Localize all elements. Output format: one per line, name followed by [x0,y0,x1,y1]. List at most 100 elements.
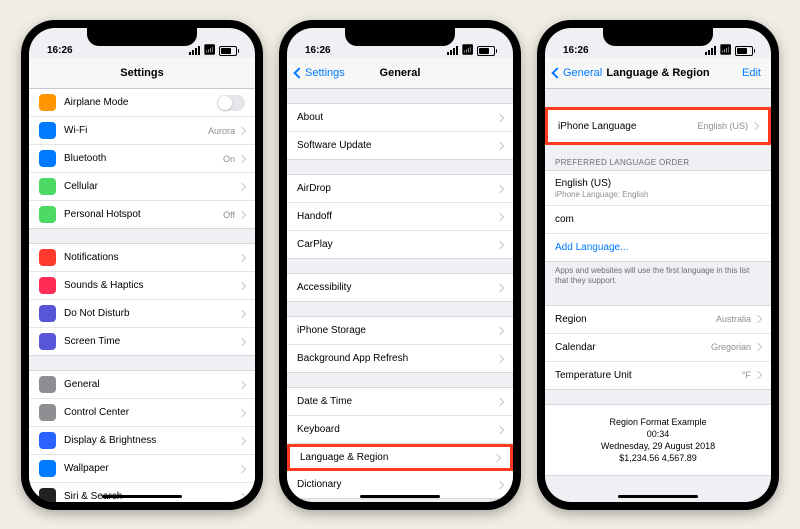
list-item[interactable]: BluetoothOn [29,145,255,173]
app-icon [39,178,56,195]
group-notifications: Notifications Sounds & Haptics Do Not Dist… [29,243,255,356]
group-general: GeneralControl CenterDisplay & Brightnes… [29,370,255,502]
page-title: Settings [120,67,163,79]
list-item[interactable]: Wallpaper [29,455,255,483]
lang-region-list[interactable]: iPhone Language English (US) PREFERRED L… [545,89,771,502]
list-item[interactable]: Sounds & Haptics [29,272,255,300]
chevron-right-icon [238,492,246,500]
cell-signal-icon [189,46,200,55]
language-row[interactable]: com [545,206,771,234]
chevron-right-icon [496,184,504,192]
list-item[interactable]: Accessibility [287,274,513,301]
label: CarPlay [297,239,497,250]
home-indicator[interactable] [102,495,182,498]
home-indicator[interactable] [618,495,698,498]
chevron-right-icon [496,141,504,149]
list-item[interactable]: Language & Region [287,444,513,471]
app-icon [39,206,56,223]
app-icon [39,432,56,449]
list-item[interactable]: Software Update [287,132,513,159]
label: About [297,112,497,123]
nav-bar: Settings General [287,58,513,89]
list-item[interactable]: Keyboard [287,416,513,444]
add-language-button[interactable]: Add Language... [545,234,771,261]
chevron-right-icon [496,354,504,362]
list-item[interactable]: Do Not Disturb [29,300,255,328]
chevron-right-icon [493,453,501,461]
list-item[interactable]: CarPlay [287,231,513,258]
cell-signal-icon [447,46,458,55]
list-item[interactable]: About [287,104,513,132]
label: Wallpaper [64,463,239,474]
app-icon [39,150,56,167]
chevron-right-icon [238,253,246,261]
group: About Software Update [287,103,513,160]
chevron-right-icon [238,337,246,345]
clock: 16:26 [563,45,589,56]
battery-icon [477,46,495,56]
example-date: Wednesday, 29 August 2018 [555,441,761,451]
phone-language-region: 16:26 📶︎ General Language & Region Edit … [537,20,779,510]
chevron-left-icon [293,67,304,78]
label: Region [555,314,716,325]
section-footer: Apps and websites will use the first lan… [545,262,771,291]
chevron-right-icon [238,210,246,218]
list-item[interactable]: Screen Time [29,328,255,355]
general-list[interactable]: About Software Update AirDrop Handoff CarPl… [287,89,513,502]
list-item[interactable]: Date & Time [287,388,513,416]
group-connectivity: Airplane ModeWi-FiAuroraBluetoothOn Cellu… [29,89,255,229]
chevron-right-icon [496,425,504,433]
back-button[interactable]: General [553,67,602,79]
iphone-language-group: iPhone Language English (US) [545,107,771,145]
list-item[interactable]: Personal HotspotOff [29,201,255,228]
list-item[interactable]: Notifications [29,244,255,272]
list-item[interactable]: Display & Brightness [29,427,255,455]
battery-icon [735,46,753,56]
list-item[interactable]: CalendarGregorian [545,334,771,362]
list-item[interactable]: AirDrop [287,175,513,203]
page-title: Language & Region [606,67,709,79]
chevron-right-icon [238,380,246,388]
list-item[interactable]: Siri & Search [29,483,255,502]
chevron-right-icon [238,408,246,416]
value: Australia [716,314,751,324]
toggle[interactable] [217,95,245,111]
chevron-right-icon [496,212,504,220]
phone-settings: 16:26 📶︎ Settings Airplane ModeWi-FiAuro… [21,20,263,510]
list-item[interactable]: General [29,371,255,399]
preferred-languages-group: English (US)iPhone Language: Englishcom A… [545,170,771,262]
list-item[interactable]: Airplane Mode [29,89,255,117]
label: Add Language... [555,242,761,253]
value: Gregorian [711,342,751,352]
wifi-icon: 📶︎ [203,45,216,56]
language-row[interactable]: English (US)iPhone Language: English [545,171,771,206]
home-indicator[interactable] [360,495,440,498]
list-item[interactable]: iPhone Storage [287,317,513,345]
list-item[interactable]: Control Center [29,399,255,427]
settings-list[interactable]: Airplane ModeWi-FiAuroraBluetoothOn Cellu… [29,89,255,502]
chevron-right-icon [238,182,246,190]
list-item[interactable]: RegionAustralia [545,306,771,334]
screen: 16:26 📶︎ Settings Airplane ModeWi-FiAuro… [29,28,255,502]
label: Sounds & Haptics [64,280,239,291]
list-item[interactable]: Wi-FiAurora [29,117,255,145]
chevron-right-icon [496,113,504,121]
iphone-language-row[interactable]: iPhone Language English (US) [548,110,768,142]
label: Handoff [297,211,497,222]
list-item[interactable]: Background App Refresh [287,345,513,372]
label: Temperature Unit [555,370,742,381]
edit-button[interactable]: Edit [742,67,761,79]
chevron-right-icon [238,436,246,444]
chevron-right-icon [238,464,246,472]
label: Cellular [64,181,239,192]
back-button[interactable]: Settings [295,67,345,79]
group: Accessibility [287,273,513,302]
label: Background App Refresh [297,353,497,364]
list-item[interactable]: Temperature Unit°F [545,362,771,389]
list-item[interactable]: Dictionary [287,471,513,498]
chevron-right-icon [496,397,504,405]
list-item[interactable]: Handoff [287,203,513,231]
value: English (US) [697,121,748,131]
list-item[interactable]: Cellular [29,173,255,201]
label: Date & Time [297,396,497,407]
